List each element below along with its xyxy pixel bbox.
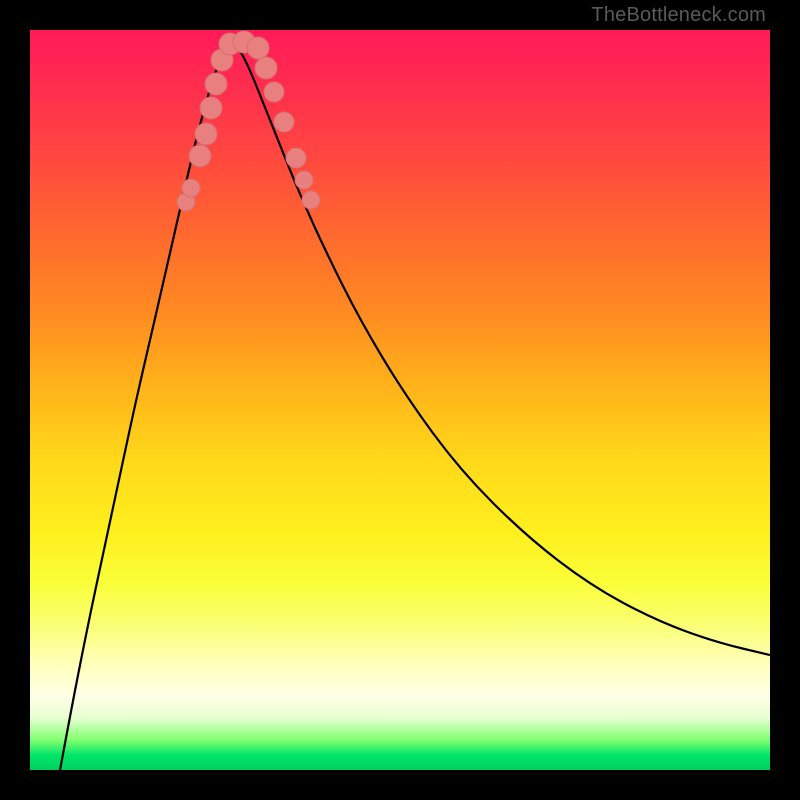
watermark-label: TheBottleneck.com — [591, 4, 766, 27]
data-point-marker — [264, 82, 284, 102]
data-point-marker — [302, 191, 320, 209]
data-point-marker — [189, 145, 211, 167]
marker-group — [177, 31, 320, 211]
plot-area — [30, 30, 770, 770]
data-point-marker — [247, 37, 269, 59]
data-point-marker — [255, 57, 277, 79]
curve-right-branch — [232, 38, 770, 655]
data-point-marker — [274, 112, 294, 132]
data-point-marker — [295, 171, 313, 189]
data-point-marker — [195, 123, 217, 145]
chart-frame: TheBottleneck.com — [0, 0, 800, 800]
data-point-marker — [182, 179, 200, 197]
curve-layer — [30, 30, 770, 770]
data-point-marker — [200, 97, 222, 119]
data-point-marker — [286, 148, 306, 168]
data-point-marker — [205, 73, 227, 95]
